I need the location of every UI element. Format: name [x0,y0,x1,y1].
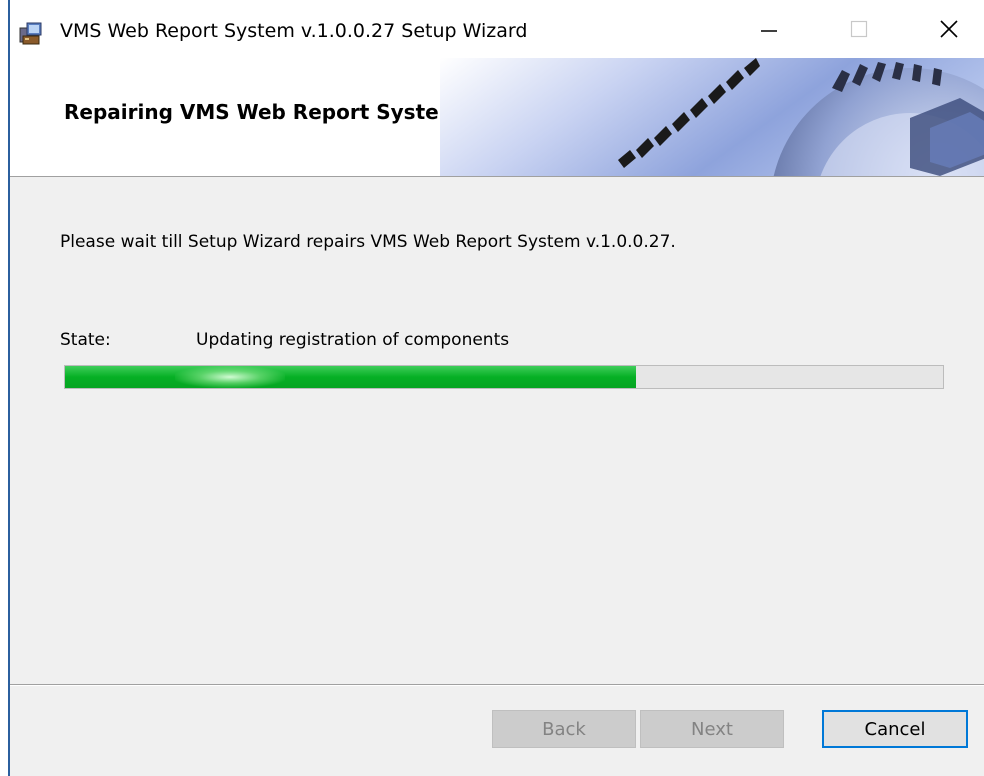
header-banner: Repairing VMS Web Report System v.1.0.0.… [10,58,984,177]
cancel-button[interactable]: Cancel [822,710,968,748]
status-message: Please wait till Setup Wizard repairs VM… [60,232,676,252]
gears-image [440,58,984,176]
progress-glow [175,366,285,388]
progress-fill [65,366,636,388]
installer-icon [19,22,42,45]
state-value: Updating registration of components [196,330,510,350]
progress-bar [64,365,944,389]
close-icon [940,20,958,38]
setup-wizard-window: VMS Web Report System v.1.0.0.27 Setup W… [8,0,984,776]
minimize-button[interactable] [724,0,814,58]
footer-divider-highlight [10,685,984,686]
minimize-icon [761,30,777,32]
close-button[interactable] [904,0,984,58]
next-button: Next [640,710,784,748]
maximize-button [814,0,904,58]
window-title: VMS Web Report System v.1.0.0.27 Setup W… [60,20,528,42]
back-button: Back [492,710,636,748]
title-bar[interactable]: VMS Web Report System v.1.0.0.27 Setup W… [10,0,984,58]
state-label: State: [60,330,111,350]
maximize-icon [850,20,868,38]
